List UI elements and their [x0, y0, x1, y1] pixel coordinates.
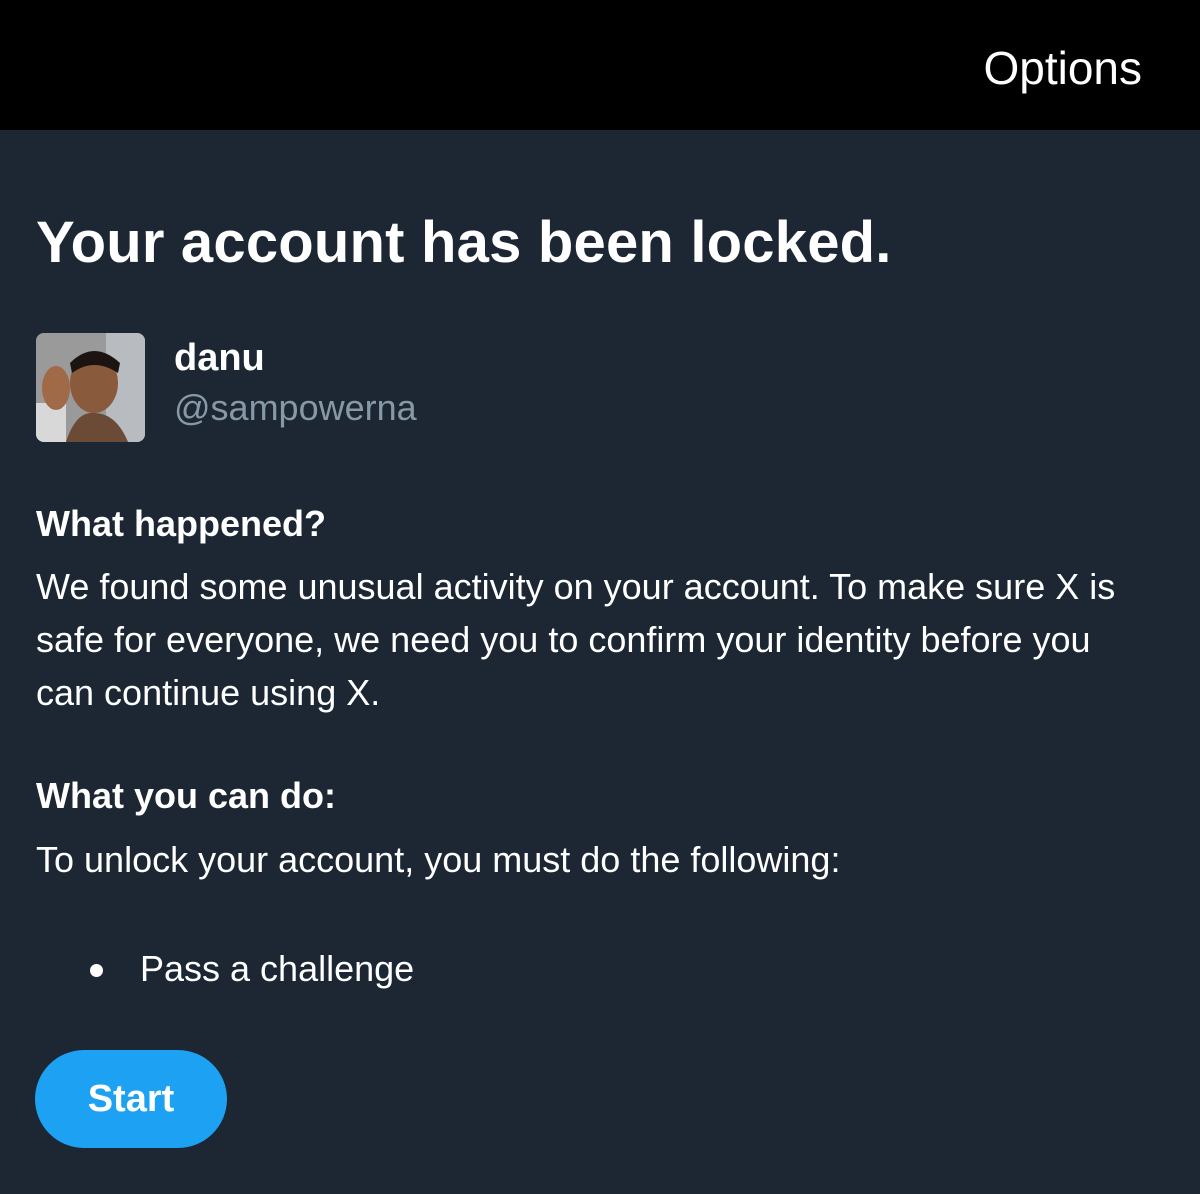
page-title: Your account has been locked.	[36, 210, 892, 275]
avatar-image	[36, 333, 145, 442]
options-button[interactable]: Options	[983, 40, 1142, 96]
avatar	[36, 333, 145, 442]
what-you-can-do-heading: What you can do:	[36, 775, 336, 816]
what-happened-text: We found some unusual activity on your a…	[36, 566, 1116, 713]
start-button[interactable]: Start	[35, 1050, 227, 1148]
step-label: Pass a challenge	[140, 948, 415, 989]
what-you-can-do-text: To unlock your account, you must do the …	[36, 839, 841, 880]
top-bar: Options	[0, 0, 1200, 130]
display-name: danu	[174, 337, 265, 379]
bullet-icon	[90, 964, 103, 977]
what-happened-heading: What happened?	[36, 503, 326, 544]
user-handle: @sampowerna	[174, 387, 417, 428]
